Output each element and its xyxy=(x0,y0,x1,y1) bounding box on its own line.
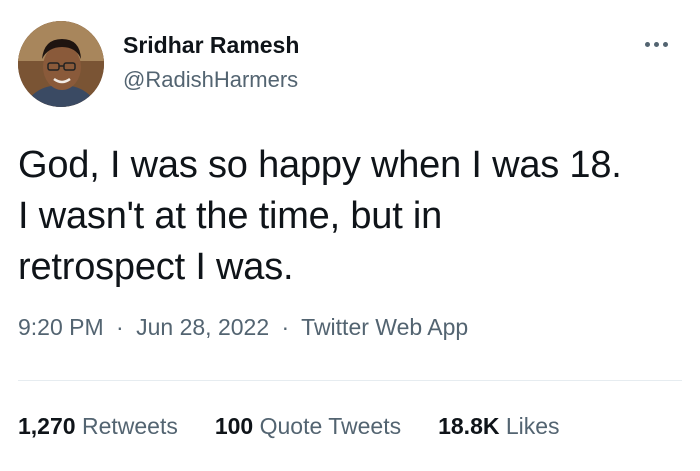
quote-tweets-stat[interactable]: 100 Quote Tweets xyxy=(215,413,401,440)
retweets-stat[interactable]: 1,270 Retweets xyxy=(18,413,178,440)
quote-tweets-label: Quote Tweets xyxy=(259,413,402,439)
tweet-source[interactable]: Twitter Web App xyxy=(301,314,468,340)
tweet-time[interactable]: 9:20 PM xyxy=(18,314,104,340)
more-horizontal-icon-dot xyxy=(653,41,659,47)
avatar-image xyxy=(18,21,104,107)
likes-label: Likes xyxy=(505,413,560,439)
retweets-count: 1,270 xyxy=(18,413,82,439)
tweet-stats: 1,270 Retweets 100 Quote Tweets 18.8K Li… xyxy=(18,413,560,440)
avatar[interactable] xyxy=(18,21,104,107)
meta-separator: · xyxy=(116,314,124,340)
tweet-text-line: God, I was so happy when I was 18. xyxy=(18,144,622,186)
tweet-text-line: I wasn't at the time, but in xyxy=(18,195,443,237)
likes-count: 18.8K xyxy=(438,413,506,439)
tweet-date[interactable]: Jun 28, 2022 xyxy=(136,314,269,340)
likes-stat[interactable]: 18.8K Likes xyxy=(438,413,559,440)
divider xyxy=(18,380,682,381)
meta-separator: · xyxy=(281,314,290,340)
more-horizontal-icon xyxy=(644,41,650,47)
more-horizontal-icon-dot xyxy=(662,41,668,47)
tweet-meta: 9:20 PM · Jun 28, 2022 · Twitter Web App xyxy=(18,314,468,341)
retweets-label: Retweets xyxy=(81,413,178,439)
quote-tweets-count: 100 xyxy=(214,413,260,439)
tweet-card: Sridhar Ramesh @RadishHarmers God, I was… xyxy=(0,0,700,471)
more-options-button[interactable] xyxy=(636,32,676,56)
display-name[interactable]: Sridhar Ramesh xyxy=(123,32,299,59)
user-handle[interactable]: @RadishHarmers xyxy=(123,67,298,93)
tweet-text-line: retrospect I was. xyxy=(18,246,294,288)
tweet-text: God, I was so happy when I was 18. I was… xyxy=(18,140,688,293)
